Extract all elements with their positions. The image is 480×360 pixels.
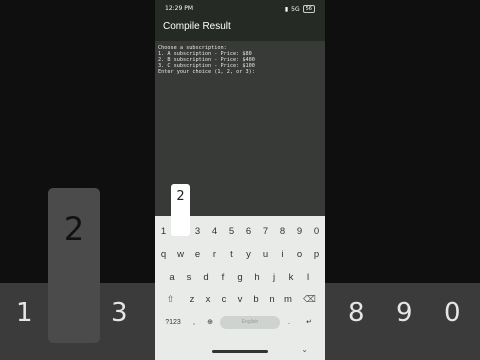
gesture-navigation-bar[interactable] xyxy=(212,350,268,353)
key-x[interactable]: x xyxy=(200,289,216,309)
key-5[interactable]: 5 xyxy=(223,221,240,241)
key-h[interactable]: h xyxy=(249,267,266,287)
key-n[interactable]: n xyxy=(264,289,280,309)
console-output: Choose a subscription: 1. A subscription… xyxy=(158,45,322,75)
key-z[interactable]: z xyxy=(184,289,200,309)
key-8[interactable]: 8 xyxy=(274,221,291,241)
status-time: 12:29 PM xyxy=(165,5,193,12)
space-key-label: English xyxy=(220,315,280,329)
key-b[interactable]: b xyxy=(248,289,264,309)
shift-key-icon[interactable]: ⇧ xyxy=(157,289,184,309)
status-indicators: ▮ 5G 56 xyxy=(285,5,315,13)
globe-icon[interactable]: ⊕ xyxy=(201,311,219,333)
background-key-1: 1 xyxy=(16,298,33,328)
key-popup-digit: 2 xyxy=(176,189,185,204)
key-c[interactable]: c xyxy=(216,289,232,309)
period-key[interactable]: . xyxy=(281,311,297,333)
keyboard-row-q: q w e r t y u i o p xyxy=(155,244,325,264)
key-e[interactable]: e xyxy=(189,244,206,264)
key-m[interactable]: m xyxy=(280,289,296,309)
key-o[interactable]: o xyxy=(291,244,308,264)
key-0[interactable]: 0 xyxy=(308,221,325,241)
key-r[interactable]: r xyxy=(206,244,223,264)
key-g[interactable]: g xyxy=(232,267,249,287)
key-a[interactable]: a xyxy=(164,267,181,287)
key-press-popup: 2 xyxy=(171,184,190,236)
key-7[interactable]: 7 xyxy=(257,221,274,241)
key-3[interactable]: 3 xyxy=(189,221,206,241)
battery-icon: 56 xyxy=(302,5,315,13)
key-u[interactable]: u xyxy=(257,244,274,264)
key-t[interactable]: t xyxy=(223,244,240,264)
key-v[interactable]: v xyxy=(232,289,248,309)
background-key-popup: 2 xyxy=(48,188,100,343)
key-w[interactable]: w xyxy=(172,244,189,264)
keyboard-row-a: a s d f g h j k l xyxy=(155,267,325,287)
hide-keyboard-icon[interactable]: ⌄ xyxy=(301,345,308,354)
key-q[interactable]: q xyxy=(155,244,172,264)
key-1[interactable]: 1 xyxy=(155,221,172,241)
key-p[interactable]: p xyxy=(308,244,325,264)
keyboard-row-z: ⇧ z x c v b n m ⌫ xyxy=(155,289,325,309)
key-d[interactable]: d xyxy=(198,267,215,287)
key-k[interactable]: k xyxy=(283,267,300,287)
keyboard-bottom-row: ?123 , ⊕ English . ↵ xyxy=(155,311,325,333)
key-4[interactable]: 4 xyxy=(206,221,223,241)
console-input-prompt[interactable]: Enter your choice (1, 2, or 3): xyxy=(158,69,322,75)
key-j[interactable]: j xyxy=(266,267,283,287)
app-bar: Compile Result xyxy=(155,16,325,41)
key-9[interactable]: 9 xyxy=(291,221,308,241)
background-key-3: 3 xyxy=(111,298,128,328)
page-title: Compile Result xyxy=(163,21,231,32)
key-y[interactable]: y xyxy=(240,244,257,264)
background-key-8: 8 xyxy=(348,298,365,328)
phone-screen: 12:29 PM ▮ 5G 56 Compile Result Choose a… xyxy=(155,0,325,360)
backspace-key-icon[interactable]: ⌫ xyxy=(296,289,323,309)
background-popup-digit: 2 xyxy=(63,210,85,248)
symbols-key[interactable]: ?123 xyxy=(159,311,187,333)
key-i[interactable]: i xyxy=(274,244,291,264)
background-key-9: 9 xyxy=(396,298,413,328)
background-key-0: 0 xyxy=(444,298,461,328)
signal-icon: ▮ xyxy=(284,5,289,13)
comma-key[interactable]: , xyxy=(187,311,201,333)
status-bar: 12:29 PM ▮ 5G 56 xyxy=(155,0,325,16)
key-6[interactable]: 6 xyxy=(240,221,257,241)
enter-key-icon[interactable]: ↵ xyxy=(297,311,321,333)
key-s[interactable]: s xyxy=(181,267,198,287)
key-l[interactable]: l xyxy=(300,267,317,287)
soft-keyboard: 1 2 3 4 5 6 7 8 9 0 q w e r t y u i o p … xyxy=(155,216,325,360)
network-label: 5G xyxy=(291,5,300,13)
key-f[interactable]: f xyxy=(215,267,232,287)
space-key[interactable]: English xyxy=(219,311,281,333)
